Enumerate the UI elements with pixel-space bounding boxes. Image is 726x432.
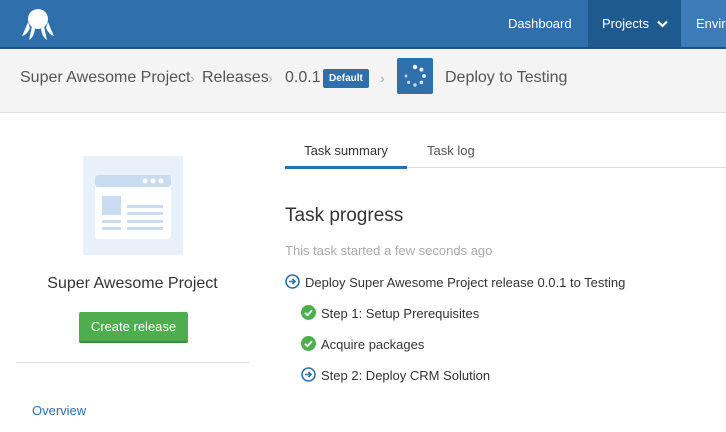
sidebar-divider xyxy=(16,362,249,363)
task-progress-title: Task progress xyxy=(285,205,404,226)
nav-projects[interactable]: Projects xyxy=(588,0,681,47)
create-release-button[interactable]: Create release xyxy=(79,312,188,343)
nav-environments[interactable]: Envir xyxy=(681,0,726,47)
nav-projects-label: Projects xyxy=(602,16,649,31)
spinner-icon xyxy=(404,64,426,87)
breadcrumb-task: Deploy to Testing xyxy=(445,69,568,86)
breadcrumb-version[interactable]: 0.0.1 xyxy=(285,69,321,87)
breadcrumb: Super Awesome Project › Releases › 0.0.1… xyxy=(0,49,726,113)
breadcrumb-separator: › xyxy=(190,70,195,86)
default-channel-badge: Default xyxy=(323,69,369,88)
task-running-indicator xyxy=(397,58,433,94)
check-circle-icon xyxy=(301,305,316,320)
chevron-down-icon xyxy=(656,20,668,28)
breadcrumb-separator: › xyxy=(268,70,273,86)
top-navbar: Dashboard Projects Envir xyxy=(0,0,726,47)
task-step-label: Step 2: Deploy CRM Solution xyxy=(321,368,491,383)
breadcrumb-project[interactable]: Super Awesome Project xyxy=(20,69,190,87)
project-placeholder-icon xyxy=(95,175,171,239)
nav-dashboard[interactable]: Dashboard xyxy=(494,0,586,47)
arrow-circle-icon xyxy=(301,367,316,382)
active-tab-indicator xyxy=(285,166,407,169)
tab-task-summary[interactable]: Task summary xyxy=(285,143,407,158)
breadcrumb-releases[interactable]: Releases xyxy=(202,69,269,87)
tab-task-log[interactable]: Task log xyxy=(427,143,475,158)
task-step-label: Deploy Super Awesome Project release 0.0… xyxy=(305,275,626,290)
check-circle-icon xyxy=(301,336,316,351)
project-logo xyxy=(83,156,183,255)
task-started-text: This task started a few seconds ago xyxy=(285,243,493,258)
sidebar-item-overview[interactable]: Overview xyxy=(32,403,86,418)
breadcrumb-separator: › xyxy=(380,70,385,86)
octopus-logo-icon[interactable] xyxy=(20,6,56,42)
task-step-label: Step 1: Setup Prerequisites xyxy=(321,306,480,321)
project-name: Super Awesome Project xyxy=(47,275,218,292)
arrow-circle-icon xyxy=(285,274,300,289)
task-step-label: Acquire packages xyxy=(321,337,425,352)
